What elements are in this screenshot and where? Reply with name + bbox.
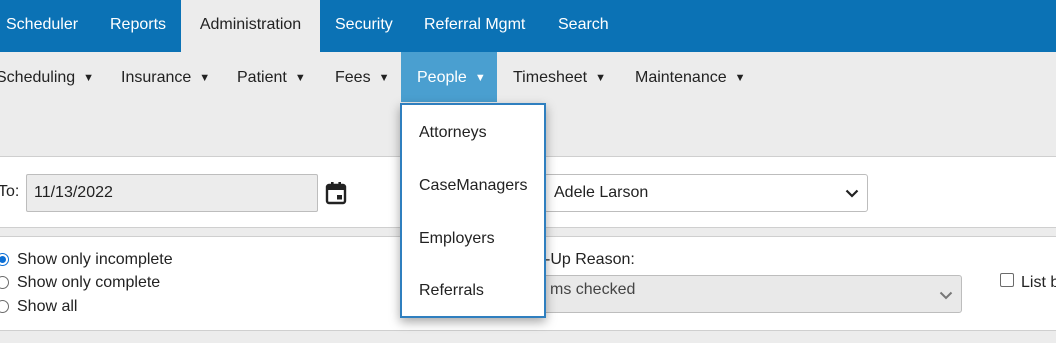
- subnav-item-timesheet[interactable]: Timesheet ▼: [513, 52, 606, 102]
- caret-down-icon: ▼: [199, 72, 211, 84]
- tab-reports[interactable]: Reports: [110, 0, 166, 52]
- menu-item-employers[interactable]: Employers: [419, 230, 495, 248]
- tab-security[interactable]: Security: [335, 0, 393, 52]
- subnav-item-insurance[interactable]: Insurance ▼: [121, 52, 210, 102]
- subnav-item-label: Patient: [237, 69, 287, 86]
- top-nav-bar: Scheduler Reports Administration Securit…: [0, 0, 1056, 52]
- menu-item-attorneys[interactable]: Attorneys: [419, 124, 487, 142]
- radio-label: Show only incomplete: [17, 251, 173, 268]
- to-date-label: To:: [0, 183, 20, 200]
- person-select[interactable]: Adele Larson: [544, 174, 868, 212]
- chevron-down-icon: [845, 189, 859, 198]
- radio-button[interactable]: [0, 300, 9, 313]
- tab-administration[interactable]: Administration: [181, 0, 320, 52]
- menu-item-casemanagers[interactable]: CaseManagers: [419, 177, 528, 195]
- radio-label: Show only complete: [17, 274, 161, 291]
- chevron-down-icon: [939, 291, 953, 300]
- radio-button[interactable]: [0, 276, 9, 289]
- reason-select[interactable]: ms checked: [540, 275, 962, 313]
- person-select-value: Adele Larson: [554, 184, 649, 201]
- reason-label: -Up Reason:: [545, 251, 635, 268]
- tab-search[interactable]: Search: [558, 0, 609, 52]
- subnav-item-people[interactable]: People ▼: [401, 52, 497, 102]
- subnav-item-label: Timesheet: [513, 69, 588, 86]
- tab-referral-mgmt[interactable]: Referral Mgmt: [424, 0, 525, 52]
- caret-down-icon: ▼: [378, 72, 390, 84]
- subnav-item-label: Maintenance: [635, 69, 727, 86]
- caret-down-icon: ▼: [83, 72, 95, 84]
- calendar-icon[interactable]: [325, 181, 347, 205]
- caret-down-icon: ▼: [734, 72, 746, 84]
- tab-scheduler[interactable]: Scheduler: [6, 0, 78, 52]
- subnav-item-maintenance[interactable]: Maintenance ▼: [635, 52, 746, 102]
- subnav-item-patient[interactable]: Patient ▼: [237, 52, 306, 102]
- people-dropdown-menu: Attorneys CaseManagers Employers Referra…: [400, 103, 546, 318]
- list-checkbox[interactable]: [1000, 273, 1014, 287]
- menu-item-referrals[interactable]: Referrals: [419, 282, 484, 300]
- to-date-input[interactable]: [26, 174, 318, 212]
- subnav-item-label: Fees: [335, 69, 371, 86]
- subnav-item-label: People: [417, 69, 467, 86]
- subnav-item-scheduling[interactable]: Scheduling ▼: [0, 52, 94, 102]
- radio-label: Show all: [17, 298, 78, 315]
- reason-select-value: ms checked: [550, 281, 636, 298]
- list-checkbox-label: List b: [1021, 274, 1056, 291]
- subnav-item-label: Insurance: [121, 69, 192, 86]
- caret-down-icon: ▼: [595, 72, 606, 84]
- subnav-item-fees[interactable]: Fees ▼: [335, 52, 389, 102]
- caret-down-icon: ▼: [474, 72, 486, 84]
- caret-down-icon: ▼: [294, 72, 306, 84]
- radio-button-checked[interactable]: [0, 253, 9, 266]
- subnav-item-label: Scheduling: [0, 69, 76, 86]
